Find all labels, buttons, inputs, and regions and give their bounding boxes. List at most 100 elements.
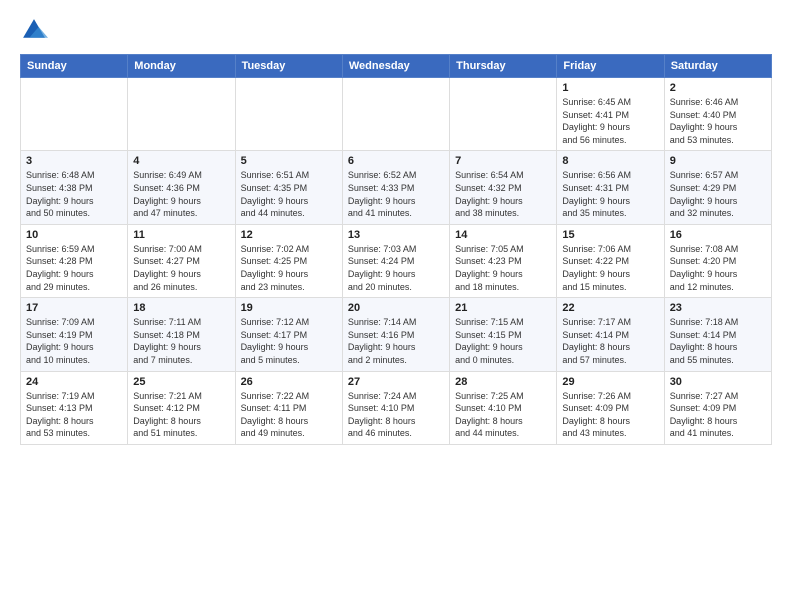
day-info: Sunrise: 7:03 AM Sunset: 4:24 PM Dayligh…	[348, 243, 444, 293]
day-info: Sunrise: 7:14 AM Sunset: 4:16 PM Dayligh…	[348, 316, 444, 366]
day-number: 5	[241, 155, 337, 167]
calendar-cell: 2 Sunrise: 6:46 AM Sunset: 4:40 PM Daylig…	[664, 78, 771, 151]
day-number: 6	[348, 155, 444, 167]
calendar-cell: 3 Sunrise: 6:48 AM Sunset: 4:38 PM Daylig…	[21, 151, 128, 224]
calendar-cell: 17 Sunrise: 7:09 AM Sunset: 4:19 PM Dayli…	[21, 298, 128, 371]
calendar-cell: 15 Sunrise: 7:06 AM Sunset: 4:22 PM Dayli…	[557, 224, 664, 297]
calendar-week-row: 1 Sunrise: 6:45 AM Sunset: 4:41 PM Daylig…	[21, 78, 772, 151]
day-number: 21	[455, 302, 551, 314]
day-info: Sunrise: 6:52 AM Sunset: 4:33 PM Dayligh…	[348, 169, 444, 219]
calendar-cell	[235, 78, 342, 151]
logo-icon	[20, 16, 48, 44]
day-number: 30	[670, 376, 766, 388]
day-number: 9	[670, 155, 766, 167]
day-number: 27	[348, 376, 444, 388]
day-number: 13	[348, 229, 444, 241]
day-number: 20	[348, 302, 444, 314]
weekday-header: Thursday	[450, 55, 557, 78]
day-number: 29	[562, 376, 658, 388]
day-info: Sunrise: 6:51 AM Sunset: 4:35 PM Dayligh…	[241, 169, 337, 219]
day-number: 15	[562, 229, 658, 241]
day-number: 23	[670, 302, 766, 314]
day-number: 3	[26, 155, 122, 167]
calendar-cell: 22Sunrise: 7:17 AM Sunset: 4:14 PM Dayli…	[557, 298, 664, 371]
weekday-header: Wednesday	[342, 55, 449, 78]
calendar-cell: 8Sunrise: 6:56 AM Sunset: 4:31 PM Daylig…	[557, 151, 664, 224]
calendar-cell: 4Sunrise: 6:49 AM Sunset: 4:36 PM Daylig…	[128, 151, 235, 224]
calendar-week-row: 3 Sunrise: 6:48 AM Sunset: 4:38 PM Daylig…	[21, 151, 772, 224]
day-number: 16	[670, 229, 766, 241]
logo	[20, 16, 52, 44]
calendar-cell: 5 Sunrise: 6:51 AM Sunset: 4:35 PM Daylig…	[235, 151, 342, 224]
weekday-header: Friday	[557, 55, 664, 78]
day-number: 10	[26, 229, 122, 241]
calendar-cell: 20 Sunrise: 7:14 AM Sunset: 4:16 PM Dayli…	[342, 298, 449, 371]
day-info: Sunrise: 7:06 AM Sunset: 4:22 PM Dayligh…	[562, 243, 658, 293]
calendar-cell: 30Sunrise: 7:27 AM Sunset: 4:09 PM Dayli…	[664, 371, 771, 444]
day-info: Sunrise: 7:11 AM Sunset: 4:18 PM Dayligh…	[133, 316, 229, 366]
day-number: 2	[670, 82, 766, 94]
calendar-cell: 11Sunrise: 7:00 AM Sunset: 4:27 PM Dayli…	[128, 224, 235, 297]
calendar-cell: 21 Sunrise: 7:15 AM Sunset: 4:15 PM Dayli…	[450, 298, 557, 371]
day-info: Sunrise: 7:00 AM Sunset: 4:27 PM Dayligh…	[133, 243, 229, 293]
calendar-cell: 1 Sunrise: 6:45 AM Sunset: 4:41 PM Daylig…	[557, 78, 664, 151]
calendar-cell: 10Sunrise: 6:59 AM Sunset: 4:28 PM Dayli…	[21, 224, 128, 297]
day-info: Sunrise: 7:08 AM Sunset: 4:20 PM Dayligh…	[670, 243, 766, 293]
day-info: Sunrise: 7:05 AM Sunset: 4:23 PM Dayligh…	[455, 243, 551, 293]
day-number: 22	[562, 302, 658, 314]
calendar-cell: 29 Sunrise: 7:26 AM Sunset: 4:09 PM Dayli…	[557, 371, 664, 444]
calendar-cell: 12 Sunrise: 7:02 AM Sunset: 4:25 PM Dayli…	[235, 224, 342, 297]
weekday-header: Monday	[128, 55, 235, 78]
calendar-cell	[128, 78, 235, 151]
calendar-cell: 16 Sunrise: 7:08 AM Sunset: 4:20 PM Dayli…	[664, 224, 771, 297]
day-info: Sunrise: 7:19 AM Sunset: 4:13 PM Dayligh…	[26, 390, 122, 440]
day-number: 14	[455, 229, 551, 241]
calendar-table: SundayMondayTuesdayWednesdayThursdayFrid…	[20, 54, 772, 445]
calendar-cell: 28Sunrise: 7:25 AM Sunset: 4:10 PM Dayli…	[450, 371, 557, 444]
day-number: 24	[26, 376, 122, 388]
day-number: 4	[133, 155, 229, 167]
calendar-week-row: 10Sunrise: 6:59 AM Sunset: 4:28 PM Dayli…	[21, 224, 772, 297]
calendar-cell: 9 Sunrise: 6:57 AM Sunset: 4:29 PM Daylig…	[664, 151, 771, 224]
calendar-week-row: 17 Sunrise: 7:09 AM Sunset: 4:19 PM Dayli…	[21, 298, 772, 371]
day-info: Sunrise: 6:45 AM Sunset: 4:41 PM Dayligh…	[562, 96, 658, 146]
page: SundayMondayTuesdayWednesdayThursdayFrid…	[0, 0, 792, 612]
day-info: Sunrise: 7:09 AM Sunset: 4:19 PM Dayligh…	[26, 316, 122, 366]
day-info: Sunrise: 7:18 AM Sunset: 4:14 PM Dayligh…	[670, 316, 766, 366]
day-number: 28	[455, 376, 551, 388]
day-number: 1	[562, 82, 658, 94]
calendar-cell	[342, 78, 449, 151]
day-info: Sunrise: 6:54 AM Sunset: 4:32 PM Dayligh…	[455, 169, 551, 219]
day-info: Sunrise: 7:22 AM Sunset: 4:11 PM Dayligh…	[241, 390, 337, 440]
day-number: 8	[562, 155, 658, 167]
day-number: 19	[241, 302, 337, 314]
day-info: Sunrise: 7:12 AM Sunset: 4:17 PM Dayligh…	[241, 316, 337, 366]
header	[20, 16, 772, 44]
calendar-header-row: SundayMondayTuesdayWednesdayThursdayFrid…	[21, 55, 772, 78]
calendar-cell: 14 Sunrise: 7:05 AM Sunset: 4:23 PM Dayli…	[450, 224, 557, 297]
weekday-header: Tuesday	[235, 55, 342, 78]
day-info: Sunrise: 7:15 AM Sunset: 4:15 PM Dayligh…	[455, 316, 551, 366]
day-number: 26	[241, 376, 337, 388]
weekday-header: Saturday	[664, 55, 771, 78]
day-number: 12	[241, 229, 337, 241]
day-info: Sunrise: 6:57 AM Sunset: 4:29 PM Dayligh…	[670, 169, 766, 219]
calendar-cell: 13 Sunrise: 7:03 AM Sunset: 4:24 PM Dayli…	[342, 224, 449, 297]
calendar-week-row: 24 Sunrise: 7:19 AM Sunset: 4:13 PM Dayli…	[21, 371, 772, 444]
day-info: Sunrise: 7:02 AM Sunset: 4:25 PM Dayligh…	[241, 243, 337, 293]
calendar-cell: 18 Sunrise: 7:11 AM Sunset: 4:18 PM Dayli…	[128, 298, 235, 371]
weekday-header: Sunday	[21, 55, 128, 78]
day-info: Sunrise: 6:48 AM Sunset: 4:38 PM Dayligh…	[26, 169, 122, 219]
calendar-cell: 27Sunrise: 7:24 AM Sunset: 4:10 PM Dayli…	[342, 371, 449, 444]
day-info: Sunrise: 7:26 AM Sunset: 4:09 PM Dayligh…	[562, 390, 658, 440]
calendar-cell: 23 Sunrise: 7:18 AM Sunset: 4:14 PM Dayli…	[664, 298, 771, 371]
calendar-cell: 26 Sunrise: 7:22 AM Sunset: 4:11 PM Dayli…	[235, 371, 342, 444]
day-info: Sunrise: 6:46 AM Sunset: 4:40 PM Dayligh…	[670, 96, 766, 146]
calendar-cell	[21, 78, 128, 151]
calendar-cell	[450, 78, 557, 151]
calendar-cell: 19 Sunrise: 7:12 AM Sunset: 4:17 PM Dayli…	[235, 298, 342, 371]
day-number: 17	[26, 302, 122, 314]
day-number: 18	[133, 302, 229, 314]
day-number: 7	[455, 155, 551, 167]
day-number: 25	[133, 376, 229, 388]
